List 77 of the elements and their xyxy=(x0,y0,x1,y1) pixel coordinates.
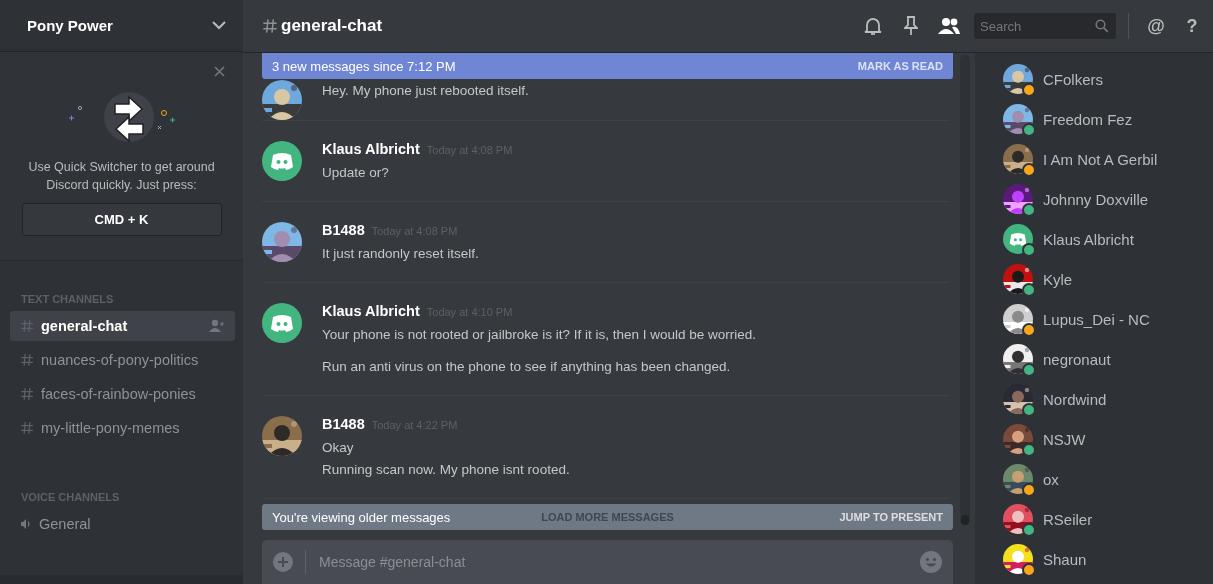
smiley-icon[interactable] xyxy=(920,551,942,573)
member-name: Lupus_Dei - NC xyxy=(1043,310,1150,328)
search-icon xyxy=(1095,19,1109,33)
composer-bar[interactable]: Message #general-chat xyxy=(262,540,953,584)
member-item[interactable]: I Am Not A Gerbil xyxy=(975,139,1213,179)
author-name[interactable]: Klaus Albricht xyxy=(322,141,420,157)
member-name: CFolkers xyxy=(1043,70,1103,88)
close-icon[interactable] xyxy=(214,66,225,77)
hash-icon xyxy=(20,319,34,333)
channel-name: faces-of-rainbow-ponies xyxy=(41,386,196,402)
search-field[interactable]: Search xyxy=(974,13,1116,39)
server-name: Pony Power xyxy=(27,17,113,34)
member-name: Freedom Fez xyxy=(1043,110,1133,128)
member-item[interactable]: Nordwind xyxy=(975,379,1213,419)
channel-item[interactable]: General xyxy=(10,509,235,539)
bell-icon[interactable] xyxy=(864,16,882,36)
logo-icon xyxy=(262,303,302,343)
channel-item[interactable]: faces-of-rainbow-ponies xyxy=(10,379,235,409)
channel-name: my-little-pony-memes xyxy=(41,420,180,436)
shortcut-button[interactable]: CMD + K xyxy=(21,203,222,236)
author-name[interactable]: B1488 xyxy=(322,222,365,238)
member-name: negronaut xyxy=(1043,350,1111,368)
member-item[interactable]: negronaut xyxy=(975,339,1213,379)
member-name: Kyle xyxy=(1043,270,1073,288)
message-text: Run an anti virus on the phone to see if anything has been changed. xyxy=(322,358,732,376)
member-name: Nordwind xyxy=(1043,390,1107,408)
logo-icon xyxy=(262,141,302,181)
hash-icon xyxy=(262,18,278,34)
members-icon[interactable] xyxy=(937,17,961,35)
add-member-icon[interactable] xyxy=(209,319,225,333)
member-item[interactable]: Klaus Albricht xyxy=(975,219,1213,259)
member-name: Klaus Albricht xyxy=(1043,230,1134,248)
member-name: RSeiler xyxy=(1043,510,1093,528)
pin-icon[interactable] xyxy=(904,16,918,36)
channel-item[interactable]: nuances-of-pony-politics xyxy=(10,345,235,375)
message-text: Your phone is not rooted or jailbroke is it? If it is, then I would be worried. xyxy=(322,326,756,344)
channel-item[interactable]: general-chat xyxy=(10,311,235,341)
message-text: It just randonly reset itself. xyxy=(322,245,479,263)
chevron-down-icon[interactable] xyxy=(212,21,226,30)
member-item[interactable]: ox xyxy=(975,459,1213,499)
member-item[interactable]: Kyle xyxy=(975,259,1213,299)
hash-icon xyxy=(20,421,34,435)
help-button[interactable]: ? xyxy=(1177,15,1207,37)
author-name[interactable]: Klaus Albricht xyxy=(322,303,420,319)
hash-icon xyxy=(20,353,34,367)
member-item[interactable]: Freedom Fez xyxy=(975,99,1213,139)
channel-name: General xyxy=(39,516,91,532)
member-item[interactable]: Johnny Doxville xyxy=(975,179,1213,219)
member-name: NSJW xyxy=(1043,430,1086,448)
message-field[interactable]: Message #general-chat xyxy=(305,550,908,574)
member-name: Shaun xyxy=(1043,550,1087,568)
message-text: Running scan now. My phone isnt rooted. xyxy=(322,461,570,479)
member-name: ox xyxy=(1043,470,1059,488)
member-item[interactable]: CFolkers xyxy=(975,59,1213,99)
member-name: I Am Not A Gerbil xyxy=(1043,150,1158,168)
speaker-icon xyxy=(20,518,32,530)
channel-name: nuances-of-pony-politics xyxy=(41,352,199,368)
channel-name: general-chat xyxy=(41,318,128,334)
new-messages-text: 3 new messages since 7:12 PM xyxy=(272,58,456,74)
quick-switcher-hint: Use Quick Switcher to get around Discord quickly. Just press: xyxy=(27,159,216,194)
hash-icon xyxy=(20,387,34,401)
member-item[interactable]: RSeiler xyxy=(975,499,1213,539)
scrollbar-track[interactable] xyxy=(960,55,970,525)
member-item[interactable]: Shaun xyxy=(975,539,1213,579)
message-text: Update or? xyxy=(322,164,390,182)
channel-item[interactable]: my-little-pony-memes xyxy=(10,413,235,443)
mention-button[interactable]: @ xyxy=(1141,15,1171,37)
member-item[interactable]: NSJW xyxy=(975,419,1213,459)
scrollbar-thumb[interactable] xyxy=(961,515,969,525)
author-name[interactable]: B1488 xyxy=(322,416,365,432)
member-item[interactable]: Lupus_Dei - NC xyxy=(975,299,1213,339)
message-text: Hey. My phone just rebooted itself. xyxy=(322,82,529,100)
channel-name: general-chat xyxy=(281,16,383,36)
member-name: Johnny Doxville xyxy=(1043,190,1149,208)
plus-icon[interactable] xyxy=(273,552,293,572)
message-text: Okay xyxy=(322,439,355,457)
older-messages-text: You're viewing older messages xyxy=(272,509,451,525)
